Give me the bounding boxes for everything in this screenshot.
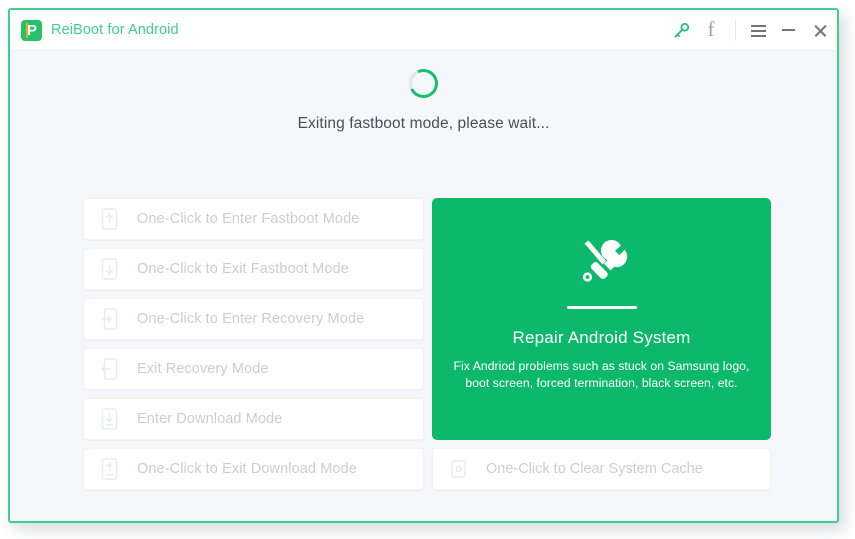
mode-button-label: Exit Recovery Mode [137,361,269,377]
title-bar: P ReiBoot for Android f [10,10,837,51]
exit-download-mode-button[interactable]: One-Click to Exit Download Mode [83,448,424,490]
card-title: Repair Android System [512,328,691,347]
loading-spinner-icon [404,64,443,103]
mode-button-list: One-Click to Enter Fastboot Mode One-Cli… [83,198,424,490]
mode-button-label: Enter Download Mode [137,411,283,427]
close-icon [813,23,828,38]
status-message: Exiting fastboot mode, please wait... [297,115,550,132]
mode-button-label: One-Click to Exit Download Mode [137,461,357,477]
cache-button-label: One-Click to Clear System Cache [486,461,703,477]
enter-fastboot-mode-button[interactable]: One-Click to Enter Fastboot Mode [83,198,424,240]
repair-android-system-card[interactable]: Repair Android System Fix Andriod proble… [432,198,771,440]
phone-arrow-down-icon [101,258,118,280]
mode-button-label: One-Click to Enter Recovery Mode [137,311,365,327]
screwdriver-wrench-icon [582,239,627,282]
card-description: Fix Andriod problems such as stuck on Sa… [453,359,750,390]
minimize-icon [781,29,795,31]
hamburger-icon [750,24,766,37]
exit-fastboot-mode-button[interactable]: One-Click to Exit Fastboot Mode [83,248,424,290]
enter-recovery-mode-button[interactable]: One-Click to Enter Recovery Mode [83,298,424,340]
enter-download-mode-button[interactable]: Enter Download Mode [83,398,424,440]
minimize-button[interactable] [773,10,803,51]
logo-letter-r: P [27,21,38,39]
phone-arrow-up-icon [101,208,118,230]
clear-system-cache-button[interactable]: One-Click to Clear System Cache [432,448,771,490]
action-panels: One-Click to Enter Fastboot Mode One-Cli… [83,198,771,490]
phone-arrow-right-in-icon [101,308,118,330]
phone-cache-icon [451,460,466,478]
phone-download-icon [101,408,118,430]
repair-panel: Repair Android System Fix Andriod proble… [432,198,771,490]
main-content: Exiting fastboot mode, please wait... On… [10,51,837,521]
facebook-icon: f [707,16,715,41]
facebook-button[interactable]: f [696,10,726,51]
mode-button-label: One-Click to Enter Fastboot Mode [137,211,360,227]
titlebar-divider [735,19,736,41]
key-icon [674,22,689,37]
mode-button-label: One-Click to Exit Fastboot Mode [137,261,349,277]
phone-arrow-left-out-icon [101,358,118,380]
card-divider [566,306,637,309]
exit-recovery-mode-button[interactable]: Exit Recovery Mode [83,348,424,390]
application-window: P ReiBoot for Android f Exiting fastboot… [8,8,839,523]
close-button[interactable] [803,10,837,51]
register-key-button[interactable] [666,10,696,51]
app-logo-icon: P [21,19,42,41]
status-area: Exiting fastboot mode, please wait... [10,64,837,133]
title-bar-actions: f [666,10,837,50]
menu-button[interactable] [743,10,773,51]
phone-upload-icon [101,458,118,480]
app-title: ReiBoot for Android [51,22,179,38]
